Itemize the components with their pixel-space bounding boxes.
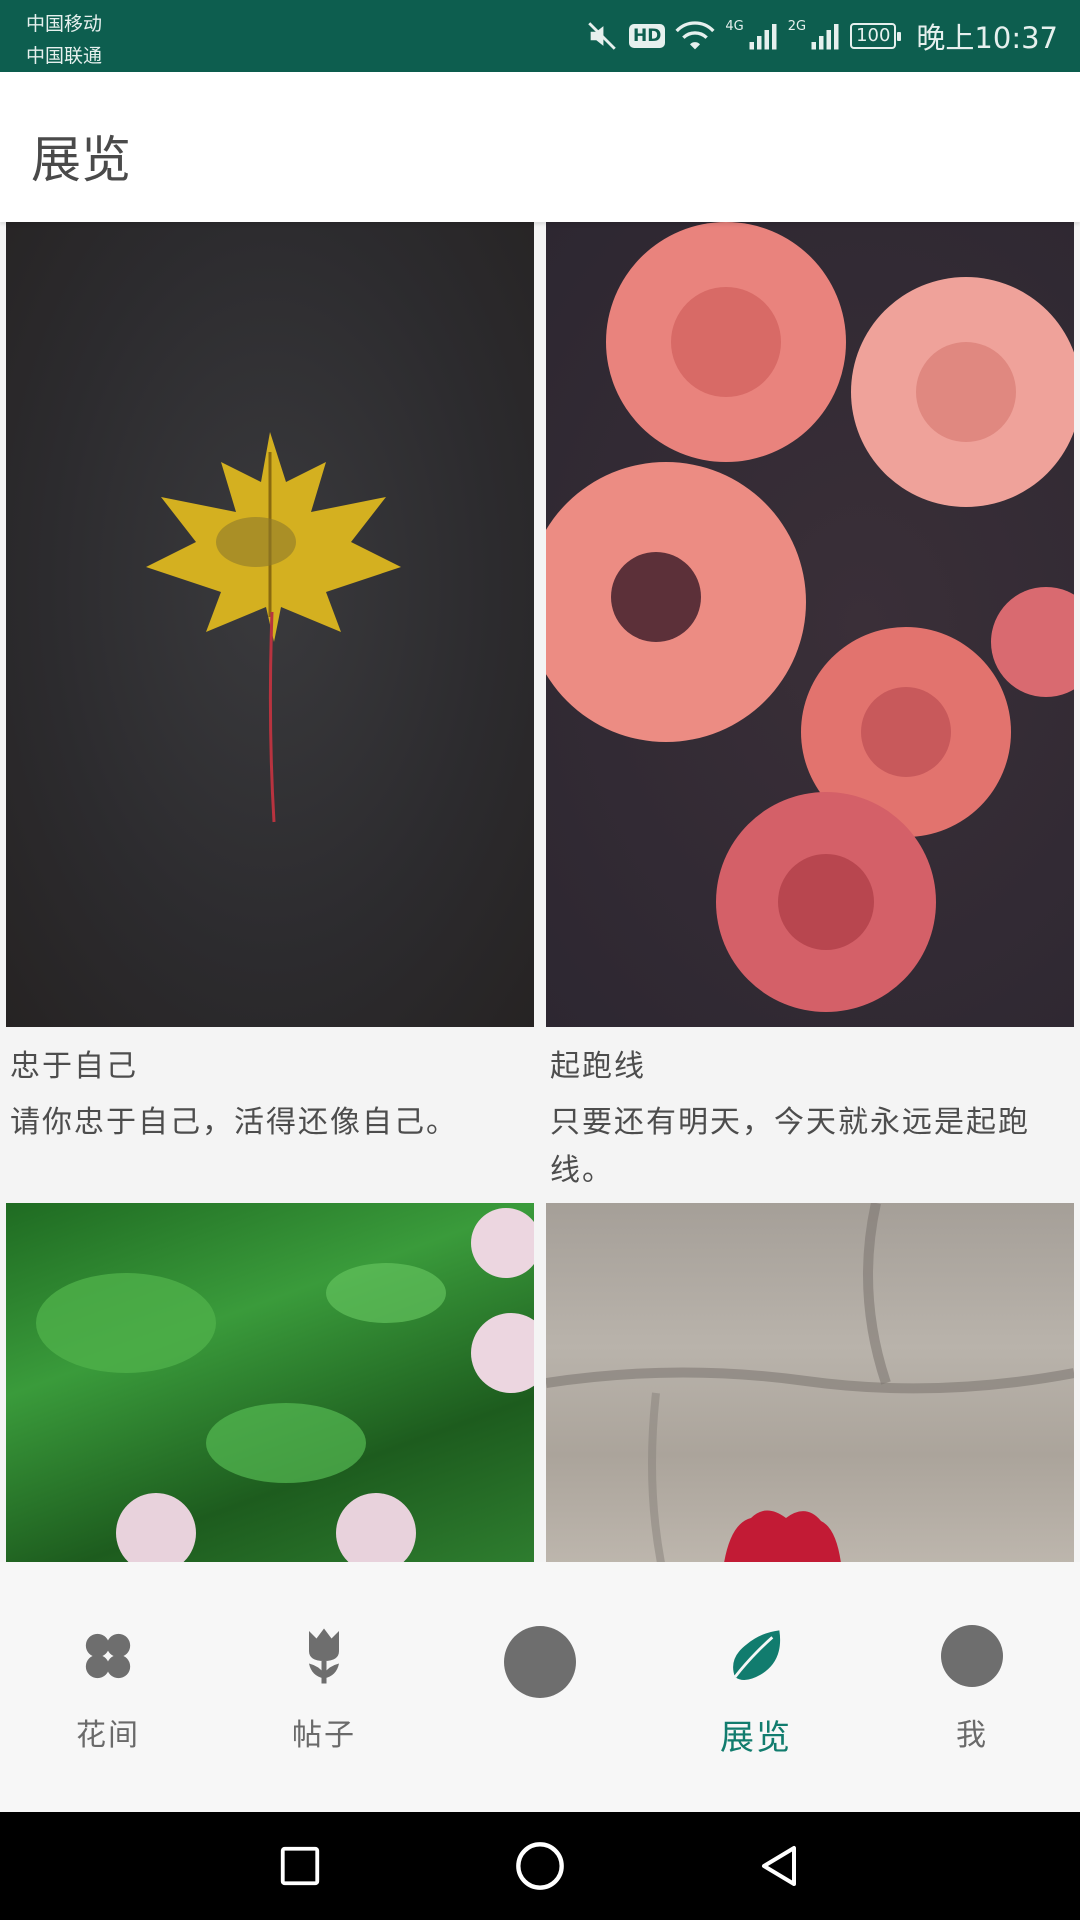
home-icon[interactable] <box>512 1838 568 1894</box>
card-text: 只要还有明天，今天就永远是起跑线。 <box>550 1105 1030 1188</box>
status-time: 晚上10:37 <box>916 21 1058 55</box>
card-image[interactable] <box>546 1203 1074 1562</box>
card-title: 起跑线 <box>550 1049 646 1084</box>
signal-1-icon <box>748 20 778 52</box>
nav-label: 帖子 <box>292 1718 356 1753</box>
carrier-2: 中国联通 <box>26 45 103 67</box>
exhibit-card[interactable] <box>546 1203 1074 1562</box>
bottom-navigation: 花间 帖子 展览 我 <box>0 1562 1080 1812</box>
card-image[interactable] <box>546 222 1074 1027</box>
carrier-info: 中国移动 中国联通 <box>26 8 102 72</box>
wifi-icon <box>675 19 715 53</box>
clover-icon <box>76 1624 140 1688</box>
center-circle-button[interactable] <box>504 1626 576 1698</box>
nav-item-exhibition[interactable]: 展览 <box>648 1562 864 1812</box>
nav-label: 展览 <box>720 1718 792 1758</box>
recent-apps-icon[interactable] <box>272 1838 328 1894</box>
nav-label: 花间 <box>76 1718 140 1753</box>
red-flower-wall-image <box>546 1203 1074 1562</box>
exhibit-card[interactable]: 起跑线 只要还有明天，今天就永远是起跑线。 <box>546 222 1074 1195</box>
exhibition-grid[interactable]: 忠于自己 请你忠于自己，活得还像自己。 起跑线 只要还有明天，今天就永远是起跑线… <box>0 222 1080 1562</box>
nav-item-posts[interactable]: 帖子 <box>216 1562 432 1812</box>
system-navigation-bar <box>0 1812 1080 1920</box>
leaf-icon <box>724 1624 788 1688</box>
card-image[interactable] <box>6 222 534 1027</box>
nav-item-flowers[interactable]: 花间 <box>0 1562 216 1812</box>
hd-badge: HD <box>629 24 666 48</box>
green-leaves-image <box>36 1208 534 1562</box>
app-bar: 展览 <box>0 72 1080 222</box>
card-image[interactable] <box>6 1203 534 1562</box>
nav-item-me[interactable]: 我 <box>864 1562 1080 1812</box>
carrier-1: 中国移动 <box>26 13 103 35</box>
exhibit-card[interactable]: 忠于自己 请你忠于自己，活得还像自己。 <box>6 222 534 1147</box>
maple-leaf-image <box>146 432 401 823</box>
back-icon[interactable] <box>752 1838 808 1894</box>
network-1-label: 4G <box>725 18 744 34</box>
battery-indicator: 100 <box>850 23 902 49</box>
card-text: 请你忠于自己，活得还像自己。 <box>10 1105 458 1140</box>
profile-circle-icon <box>940 1624 1004 1688</box>
card-title: 忠于自己 <box>10 1049 138 1084</box>
signal-2-icon <box>810 20 840 52</box>
tulip-icon <box>292 1624 356 1688</box>
exhibit-card[interactable] <box>6 1203 534 1562</box>
status-bar: 中国移动 中国联通 HD 4G 2G 100 晚上10:37 <box>0 0 1080 72</box>
network-2-label: 2G <box>787 18 807 34</box>
page-title: 展览 <box>31 131 131 189</box>
mute-icon <box>585 19 619 53</box>
roses-image <box>546 222 1074 1012</box>
nav-label: 我 <box>956 1718 988 1753</box>
